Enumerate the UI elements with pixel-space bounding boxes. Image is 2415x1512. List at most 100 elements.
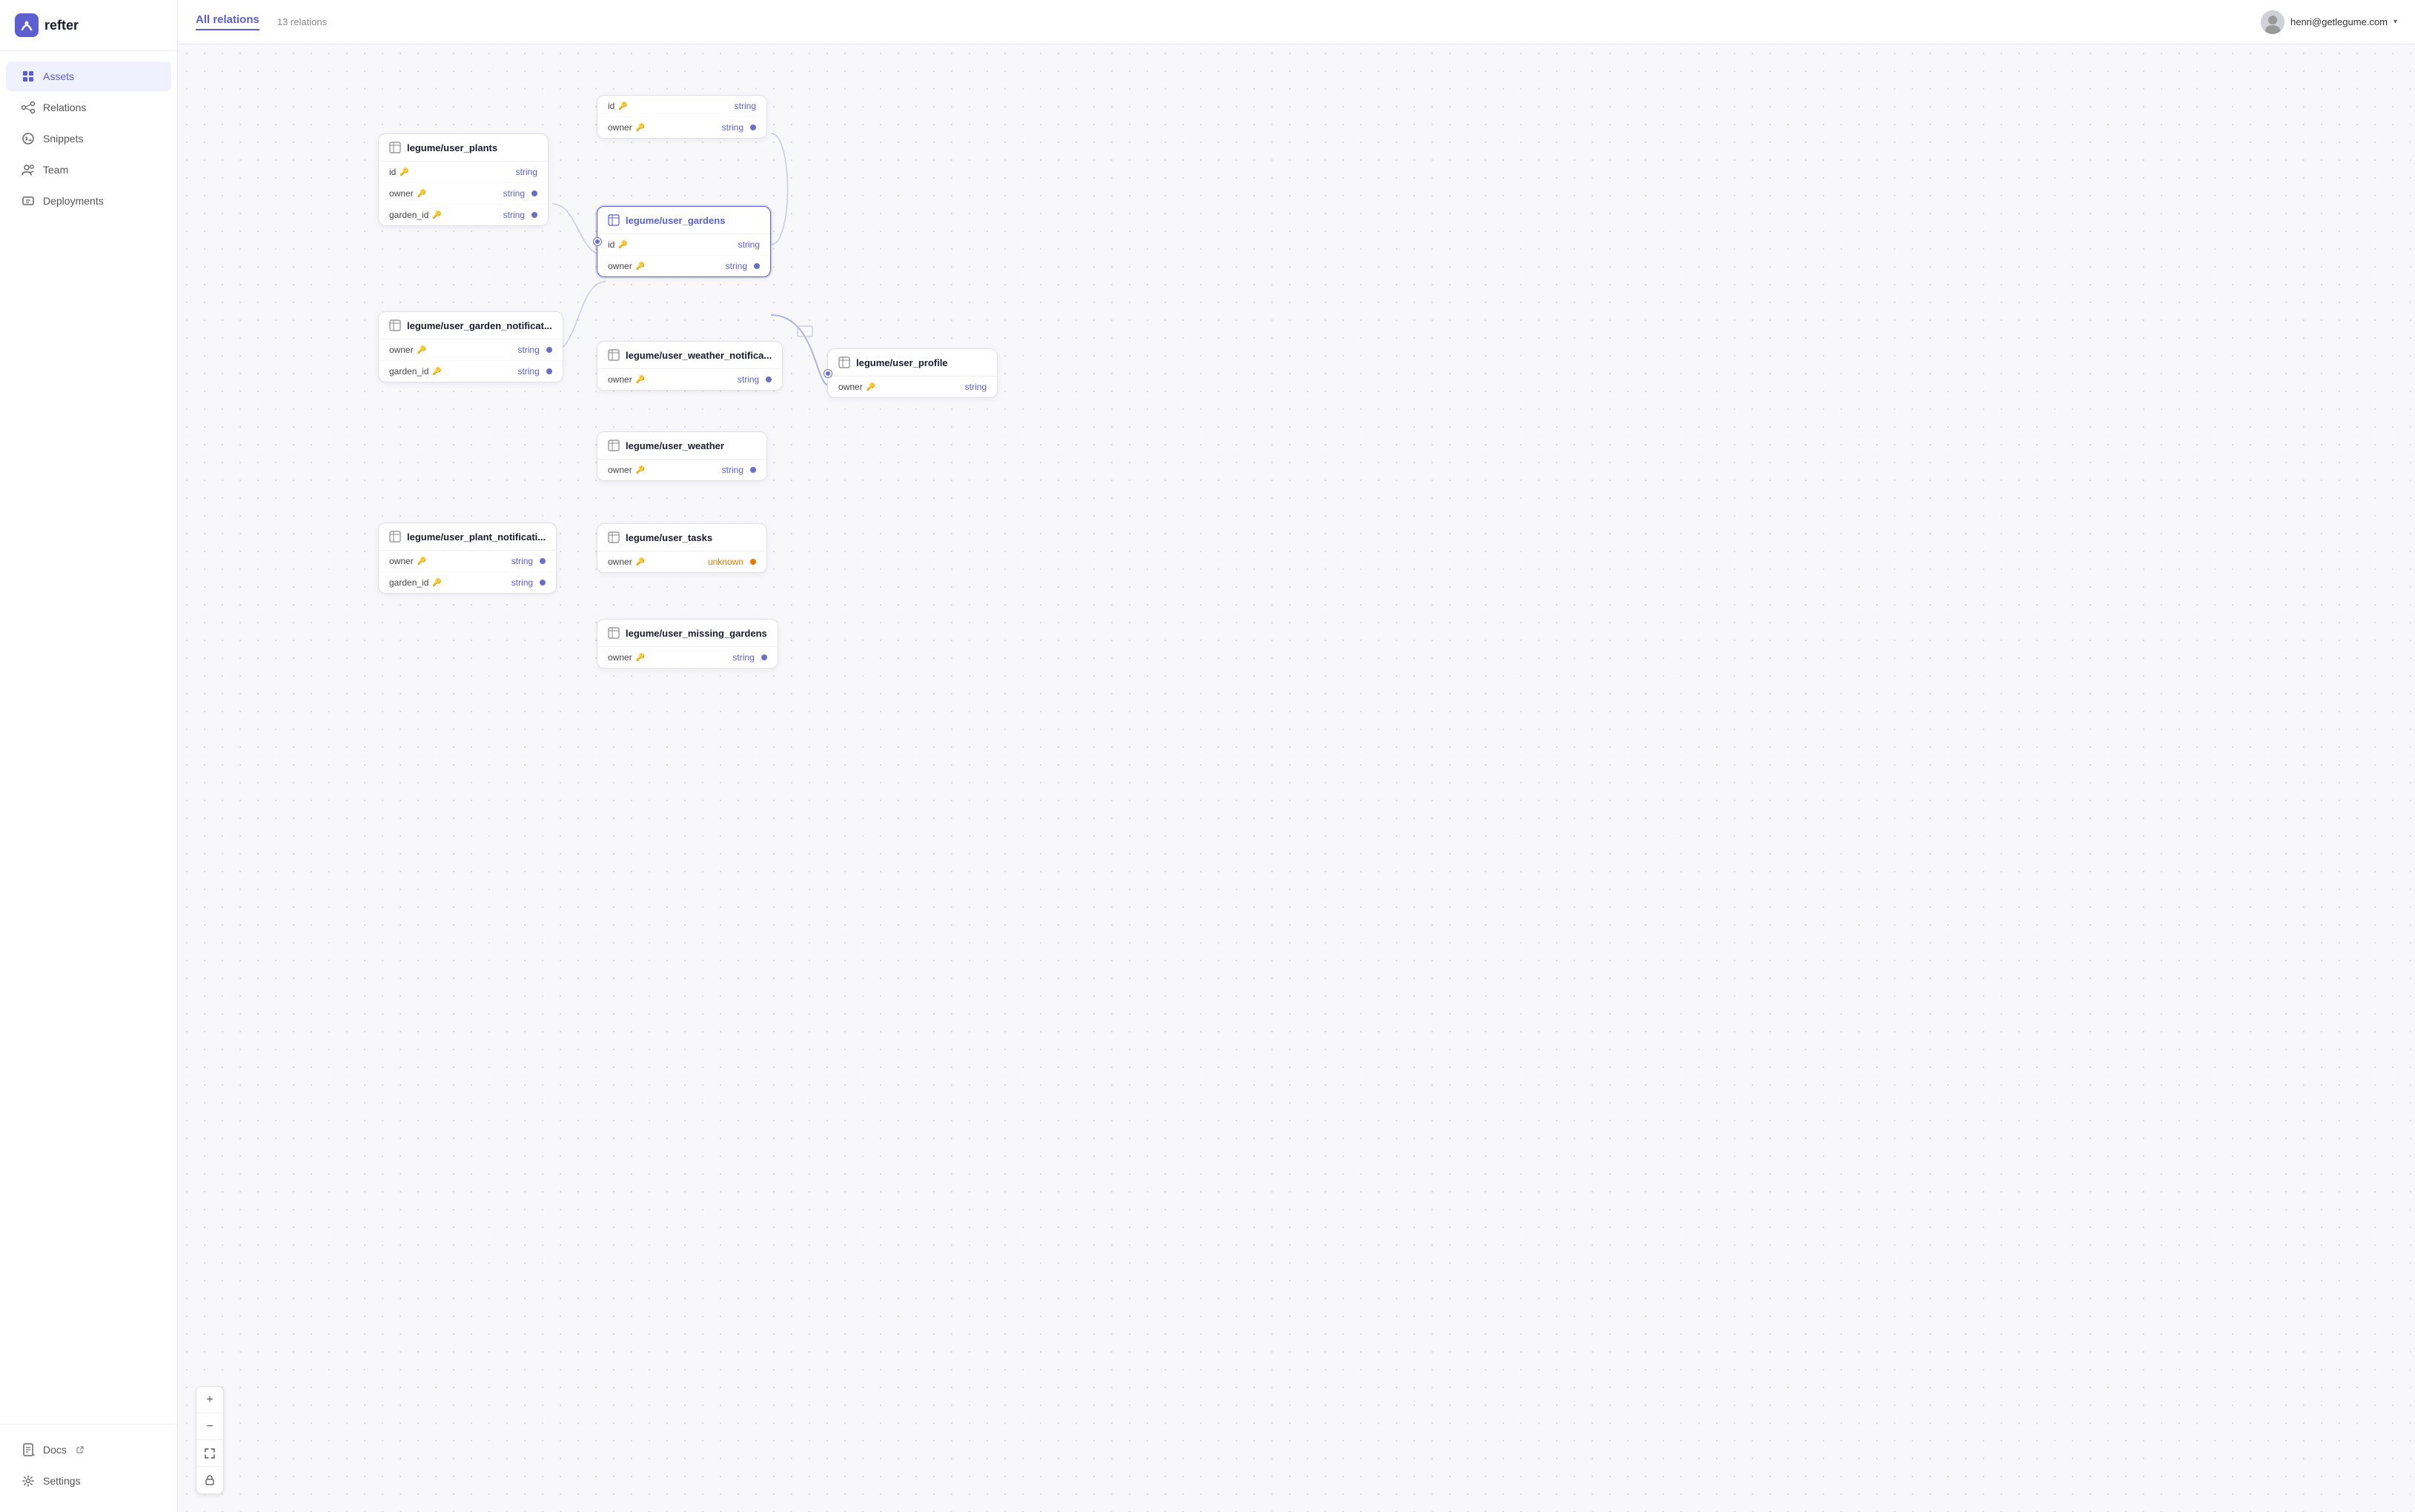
connection-dot bbox=[531, 212, 537, 218]
canvas: id 🔑 string owner 🔑 string bbox=[178, 44, 2415, 1512]
db-card-header: legume/user_gardens bbox=[597, 207, 770, 234]
key-icon: 🔑 bbox=[417, 190, 426, 198]
user-email: henri@getlegume.com bbox=[2290, 16, 2388, 27]
card-title: legume/user_tasks bbox=[626, 532, 712, 543]
docs-icon bbox=[21, 1442, 36, 1457]
db-card-header: legume/user_garden_notificat... bbox=[379, 312, 563, 339]
db-card-header: legume/user_plants bbox=[379, 134, 548, 162]
table-icon bbox=[608, 531, 620, 543]
card-title: legume/user_profile bbox=[856, 357, 948, 368]
db-card-user-profile: legume/user_profile owner 🔑 string bbox=[827, 348, 998, 398]
card-title: legume/user_plant_notificati... bbox=[407, 531, 546, 543]
zoom-in-button[interactable]: + bbox=[196, 1387, 223, 1413]
sidebar-item-docs[interactable]: Docs bbox=[6, 1435, 171, 1465]
key-icon: 🔑 bbox=[618, 102, 627, 110]
db-card-row: owner 🔑 string bbox=[379, 551, 556, 572]
zoom-lock-button[interactable] bbox=[196, 1467, 223, 1493]
sidebar-item-snippets[interactable]: Snippets bbox=[6, 124, 171, 153]
key-icon: 🔑 bbox=[636, 558, 645, 566]
user-menu[interactable]: henri@getlegume.com ▾ bbox=[2261, 10, 2397, 34]
card-title: legume/user_garden_notificat... bbox=[407, 320, 552, 331]
sidebar-item-team[interactable]: Team bbox=[6, 155, 171, 185]
chevron-down-icon: ▾ bbox=[2394, 18, 2397, 26]
sidebar-item-assets[interactable]: Assets bbox=[6, 62, 171, 91]
db-card-header: legume/user_profile bbox=[828, 349, 997, 377]
sidebar-item-docs-label: Docs bbox=[43, 1444, 67, 1456]
connection-dot bbox=[750, 559, 756, 565]
connection-dot bbox=[754, 263, 760, 269]
connection-dot bbox=[750, 125, 756, 130]
zoom-fit-button[interactable] bbox=[196, 1440, 223, 1467]
key-icon: 🔑 bbox=[432, 211, 441, 219]
external-link-icon bbox=[76, 1445, 85, 1454]
connection-dot bbox=[546, 347, 552, 353]
db-card-row: owner 🔑 string bbox=[379, 339, 563, 361]
table-icon bbox=[608, 214, 620, 226]
key-icon: 🔑 bbox=[432, 579, 441, 587]
db-card-user-missing-gardens: legume/user_missing_gardens owner 🔑 stri… bbox=[597, 619, 778, 669]
key-icon: 🔑 bbox=[636, 466, 645, 474]
zoom-controls: + − bbox=[196, 1386, 224, 1494]
db-card-row: owner 🔑 string bbox=[379, 183, 548, 205]
avatar bbox=[2261, 10, 2285, 34]
sidebar-item-snippets-label: Snippets bbox=[43, 133, 83, 145]
sidebar-item-settings-label: Settings bbox=[43, 1475, 81, 1487]
table-icon bbox=[608, 440, 620, 451]
table-icon bbox=[389, 142, 401, 153]
db-card-row: owner 🔑 string bbox=[597, 460, 766, 480]
db-card-row: garden_id 🔑 string bbox=[379, 205, 548, 225]
sidebar-item-deployments[interactable]: Deployments bbox=[6, 186, 171, 216]
key-icon: 🔑 bbox=[636, 124, 645, 132]
connection-dot bbox=[761, 654, 767, 660]
assets-icon bbox=[21, 69, 36, 84]
db-card-row: owner 🔑 unknown bbox=[597, 551, 766, 572]
relations-count-badge: 13 relations bbox=[277, 16, 327, 27]
snippets-icon bbox=[21, 131, 36, 146]
sidebar-item-settings[interactable]: Settings bbox=[6, 1466, 171, 1496]
key-icon: 🔑 bbox=[867, 383, 875, 391]
sidebar-item-relations-label: Relations bbox=[43, 102, 86, 113]
db-card-user-weather-notifications: legume/user_weather_notifica... owner 🔑 … bbox=[597, 341, 783, 391]
key-icon: 🔑 bbox=[618, 241, 627, 249]
db-card-row: owner 🔑 string bbox=[597, 117, 766, 138]
sidebar-item-relations[interactable]: Relations bbox=[6, 93, 171, 122]
db-card-row: owner 🔑 string bbox=[828, 377, 997, 397]
logo: refter bbox=[0, 0, 177, 51]
connection-dot-left bbox=[594, 238, 601, 245]
table-icon bbox=[389, 319, 401, 331]
sidebar-item-team-label: Team bbox=[43, 164, 68, 176]
card-title: legume/user_gardens bbox=[626, 215, 725, 226]
key-icon: 🔑 bbox=[417, 346, 426, 354]
card-title: legume/user_missing_gardens bbox=[626, 628, 767, 639]
team-icon bbox=[21, 162, 36, 177]
connection-dot bbox=[766, 377, 772, 382]
db-card-row: garden_id 🔑 string bbox=[379, 361, 563, 382]
table-icon bbox=[838, 357, 850, 368]
db-card-top: id 🔑 string owner 🔑 string bbox=[597, 95, 767, 139]
key-icon: 🔑 bbox=[417, 557, 426, 566]
card-title: legume/user_weather bbox=[626, 440, 724, 451]
table-icon bbox=[608, 627, 620, 639]
tab-all-relations[interactable]: All relations bbox=[196, 13, 259, 30]
zoom-out-button[interactable]: − bbox=[196, 1413, 223, 1440]
card-title: legume/user_plants bbox=[407, 142, 497, 153]
db-card-row: owner 🔑 string bbox=[597, 256, 770, 276]
db-card-header: legume/user_tasks bbox=[597, 524, 766, 551]
app-title: refter bbox=[44, 18, 79, 33]
settings-icon bbox=[21, 1473, 36, 1488]
key-icon: 🔑 bbox=[636, 654, 645, 662]
connection-dot-left bbox=[824, 370, 832, 377]
lock-icon bbox=[205, 1475, 215, 1485]
connection-dot bbox=[750, 467, 756, 473]
db-card-row: owner 🔑 string bbox=[597, 647, 778, 668]
sidebar-item-deployments-label: Deployments bbox=[43, 195, 104, 207]
relations-icon bbox=[21, 100, 36, 115]
sidebar-bottom: Docs Settings bbox=[0, 1424, 177, 1512]
connection-dot bbox=[531, 190, 537, 196]
key-icon: 🔑 bbox=[636, 262, 645, 271]
connection-dot bbox=[540, 558, 546, 564]
connection-dot bbox=[546, 368, 552, 374]
table-icon bbox=[608, 349, 620, 361]
db-card-user-tasks: legume/user_tasks owner 🔑 unknown bbox=[597, 523, 767, 573]
db-card-row: owner 🔑 string bbox=[597, 369, 782, 390]
